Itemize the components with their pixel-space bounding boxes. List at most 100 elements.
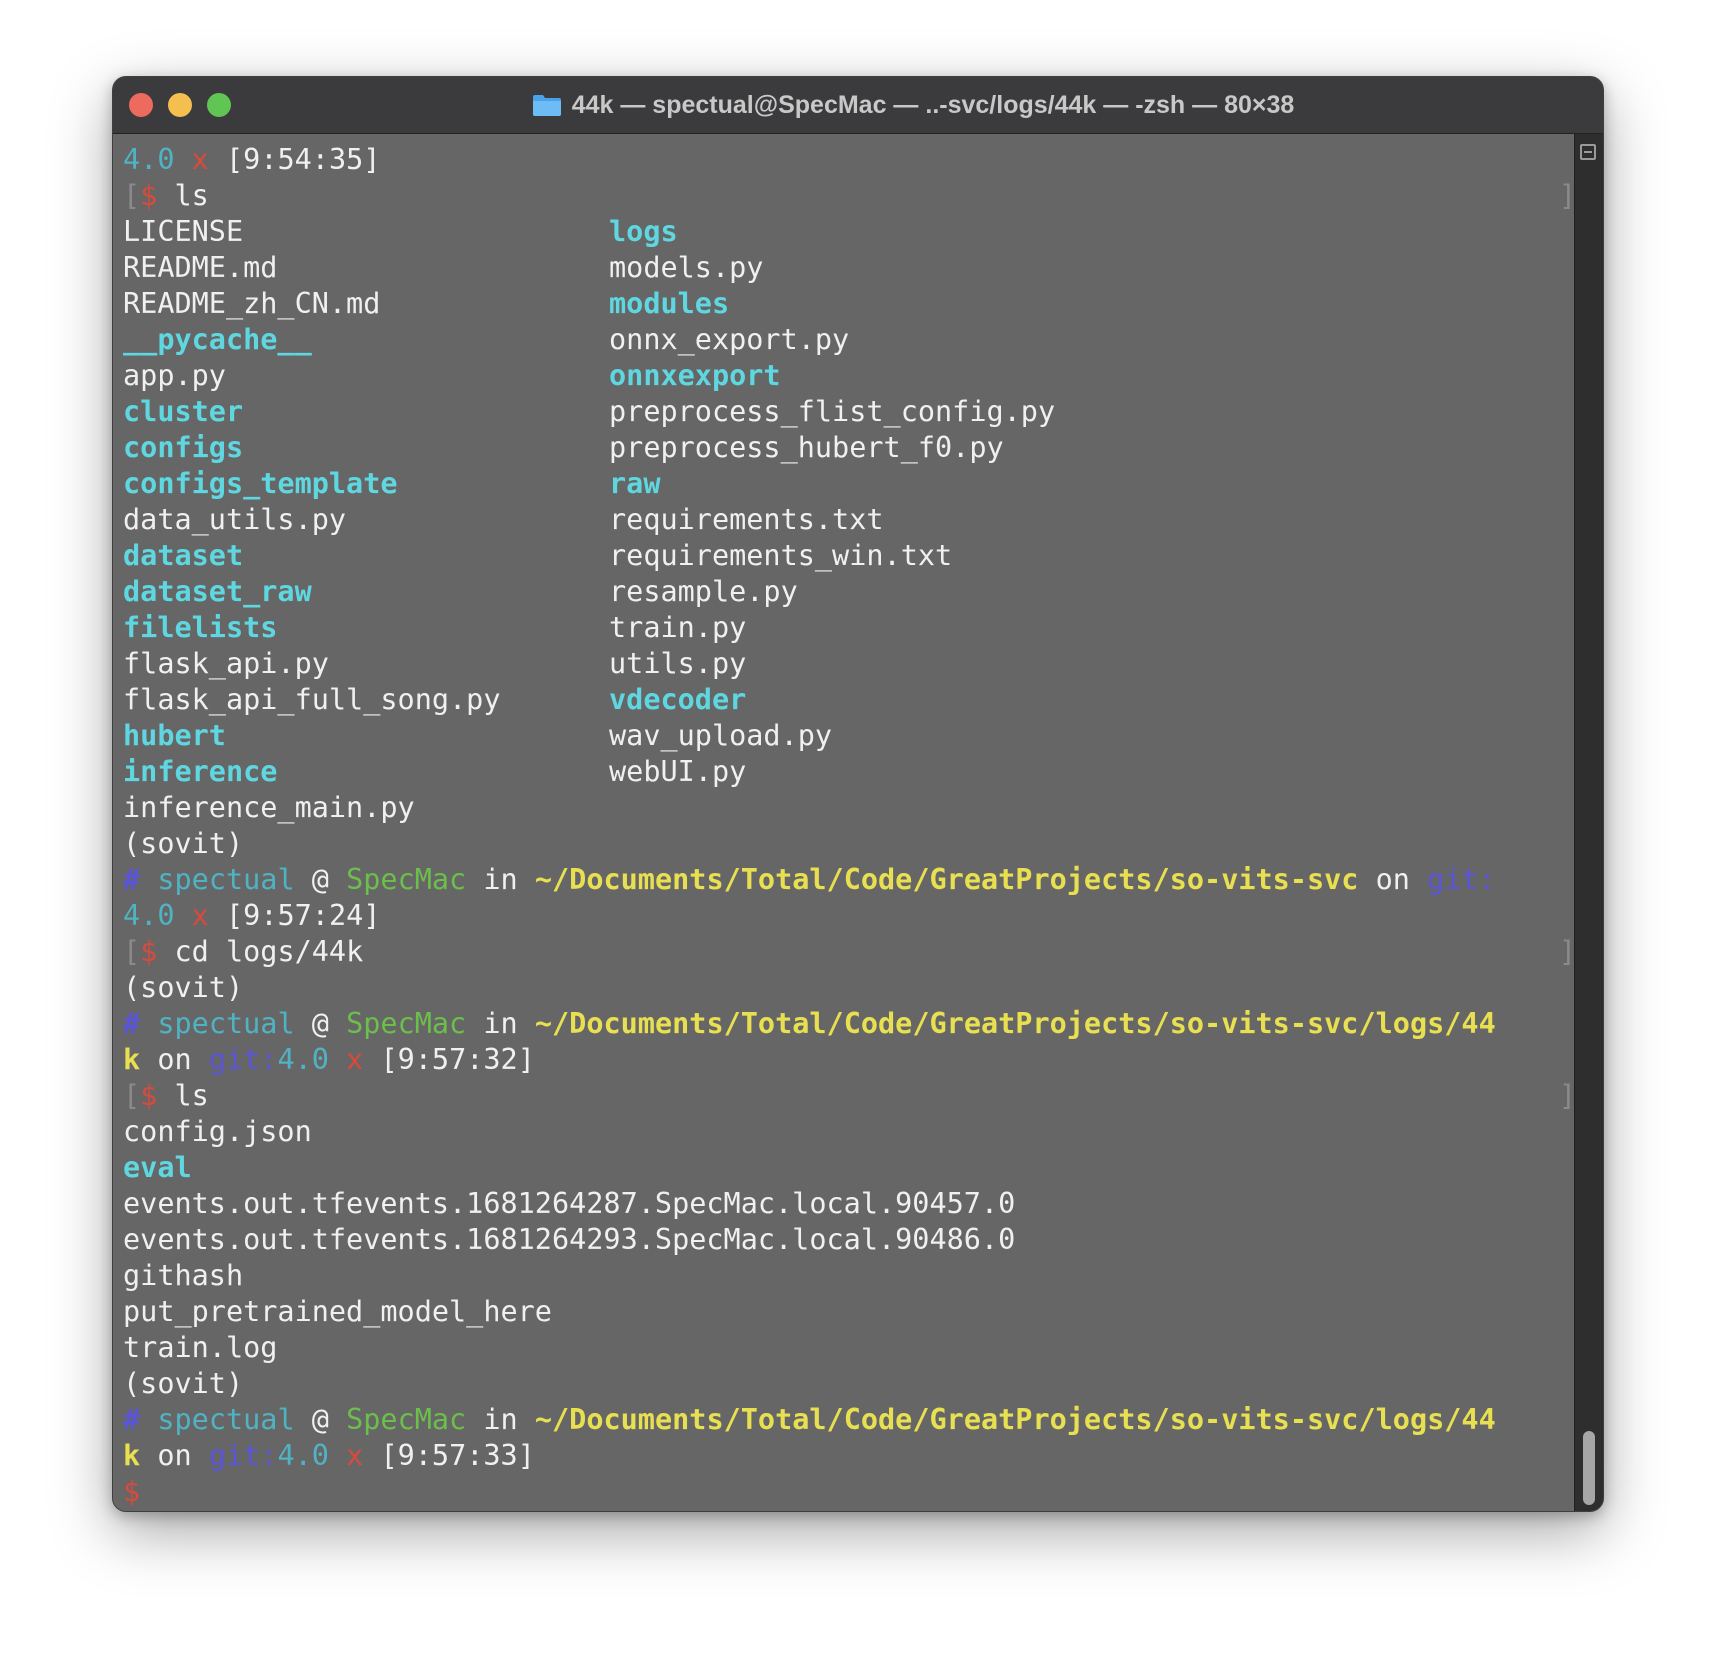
file-entry: preprocess_hubert_f0.py [609,431,1004,464]
command-line: [$ ls] [123,178,1576,214]
terminal-space [363,1043,380,1076]
prompt-in: in [466,863,535,896]
prompt-bracket: [ [123,1079,141,1112]
ls-row: README_zh_CN.md modules [123,286,1575,322]
prompt-in: in [466,1007,535,1040]
terminal-space [329,1439,346,1472]
prompt-on: on [140,1043,209,1076]
folder-icon [532,93,562,117]
prompt-hash: # [123,863,141,896]
terminal-space [140,1403,157,1436]
directory-entry: raw [609,467,661,500]
prompt-line: # spectual @ SpecMac in ~/Documents/Tota… [123,862,1575,898]
terminal-window: 44k — spectual@SpecMac — ..-svc/logs/44k… [112,76,1604,1512]
ls-row: dataset_raw resample.py [123,574,1575,610]
file-entry: requirements_win.txt [609,539,953,572]
window-title-text: 44k — spectual@SpecMac — ..-svc/logs/44k… [571,90,1295,119]
file-entry: resample.py [609,575,798,608]
ls-row: flask_api_full_song.py vdecoder [123,682,1575,718]
file-entry: events.out.tfevents.1681264293.SpecMac.l… [123,1223,1016,1256]
terminal-space [209,899,226,932]
prompt-user: spectual [157,863,295,896]
scrollbar-thumb[interactable] [1583,1431,1595,1505]
prompt-at: @ [294,863,347,896]
directory-entry: modules [609,287,730,320]
prompt-line: # spectual @ SpecMac in ~/Documents/Tota… [123,1402,1575,1438]
prompt-dollar: $ [140,1079,158,1112]
prompt-path-wrap: k [123,1043,141,1076]
terminal-output[interactable]: 4.0 x [9:54:35] [$ ls] LICENSE logs README.m… [113,134,1576,1511]
ls-row: cluster preprocess_flist_config.py [123,394,1575,430]
window-title: 44k — spectual@SpecMac — ..-svc/logs/44k… [113,77,1603,133]
ls-row: LICENSE logs [123,214,1575,250]
env-name: (sovit) [123,971,244,1004]
scrollbar[interactable] [1574,134,1603,1511]
file-entry: inference_main.py [123,791,415,824]
prompt-line-wrap: k on git:4.0 x [9:57:32] [123,1042,1575,1078]
env-line: (sovit) [123,1366,1575,1402]
prompt-bracket: [ [123,179,141,212]
file-entry: utils.py [609,647,747,680]
env-name: (sovit) [123,827,244,860]
command-text: ls [157,179,209,212]
title-bar[interactable]: 44k — spectual@SpecMac — ..-svc/logs/44k… [113,77,1603,134]
prompt-host: SpecMac [346,863,467,896]
file-entry: README.md [123,251,278,284]
prompt-on: on [1358,863,1428,896]
ls-row: train.log [123,1330,1575,1366]
git-version: 4.0 [277,1439,329,1472]
prompt-at: @ [294,1007,347,1040]
ls-row: hubert wav_upload.py [123,718,1575,754]
prompt-user: spectual [157,1403,295,1436]
command-line: [$ cd logs/44k] [123,934,1576,970]
prompt-line-wrap: k on git:4.0 x [9:57:33] [123,1438,1575,1474]
file-entry: train.py [609,611,747,644]
file-entry: wav_upload.py [609,719,833,752]
prompt-hash: # [123,1007,141,1040]
ls-row: data_utils.py requirements.txt [123,502,1575,538]
input-line: $ [123,1474,1575,1510]
prompt-host: SpecMac [346,1403,467,1436]
prompt-dollar: $ [140,935,158,968]
command-text: ls [157,1079,209,1112]
file-entry: train.log [123,1331,278,1364]
directory-entry: dataset_raw [123,575,312,608]
ls-row: inference webUI.py [123,754,1575,790]
command-line: [$ ls] [123,1078,1576,1114]
prompt-git: git: [208,1043,278,1076]
directory-entry: cluster [123,395,244,428]
prompt-time: [9:57:33] [380,1439,535,1472]
ls-row: filelists train.py [123,610,1575,646]
ls-row: dataset requirements_win.txt [123,538,1575,574]
file-entry: config.json [123,1115,312,1148]
env-name: (sovit) [123,1367,244,1400]
file-entry: events.out.tfevents.1681264287.SpecMac.l… [123,1187,1016,1220]
directory-entry: filelists [123,611,278,644]
ls-row: events.out.tfevents.1681264293.SpecMac.l… [123,1222,1575,1258]
terminal-space [140,863,157,896]
prompt-line: # spectual @ SpecMac in ~/Documents/Tota… [123,1006,1575,1042]
file-entry: webUI.py [609,755,747,788]
terminal-space [209,143,226,176]
prompt-time: [9:57:24] [226,899,381,932]
env-line: (sovit) [123,970,1575,1006]
ls-row: flask_api.py utils.py [123,646,1575,682]
ls-row: README.md models.py [123,250,1575,286]
command-text: cd logs/44k [157,935,364,968]
file-entry: requirements.txt [609,503,884,536]
file-entry: README_zh_CN.md [123,287,381,320]
terminal-space [140,1007,157,1040]
file-entry: flask_api.py [123,647,329,680]
prompt-dollar: $ [140,179,158,212]
file-entry: app.py [123,359,226,392]
ls-row: put_pretrained_model_here [123,1294,1575,1330]
ls-row: config.json [123,1114,1575,1150]
file-entry: data_utils.py [123,503,347,536]
split-pane-icon[interactable] [1580,144,1596,160]
ls-row: events.out.tfevents.1681264287.SpecMac.l… [123,1186,1575,1222]
terminal-space [174,899,191,932]
directory-entry: configs_template [123,467,398,500]
directory-entry: vdecoder [609,683,747,716]
directory-entry: hubert [123,719,226,752]
file-entry: githash [123,1259,244,1292]
